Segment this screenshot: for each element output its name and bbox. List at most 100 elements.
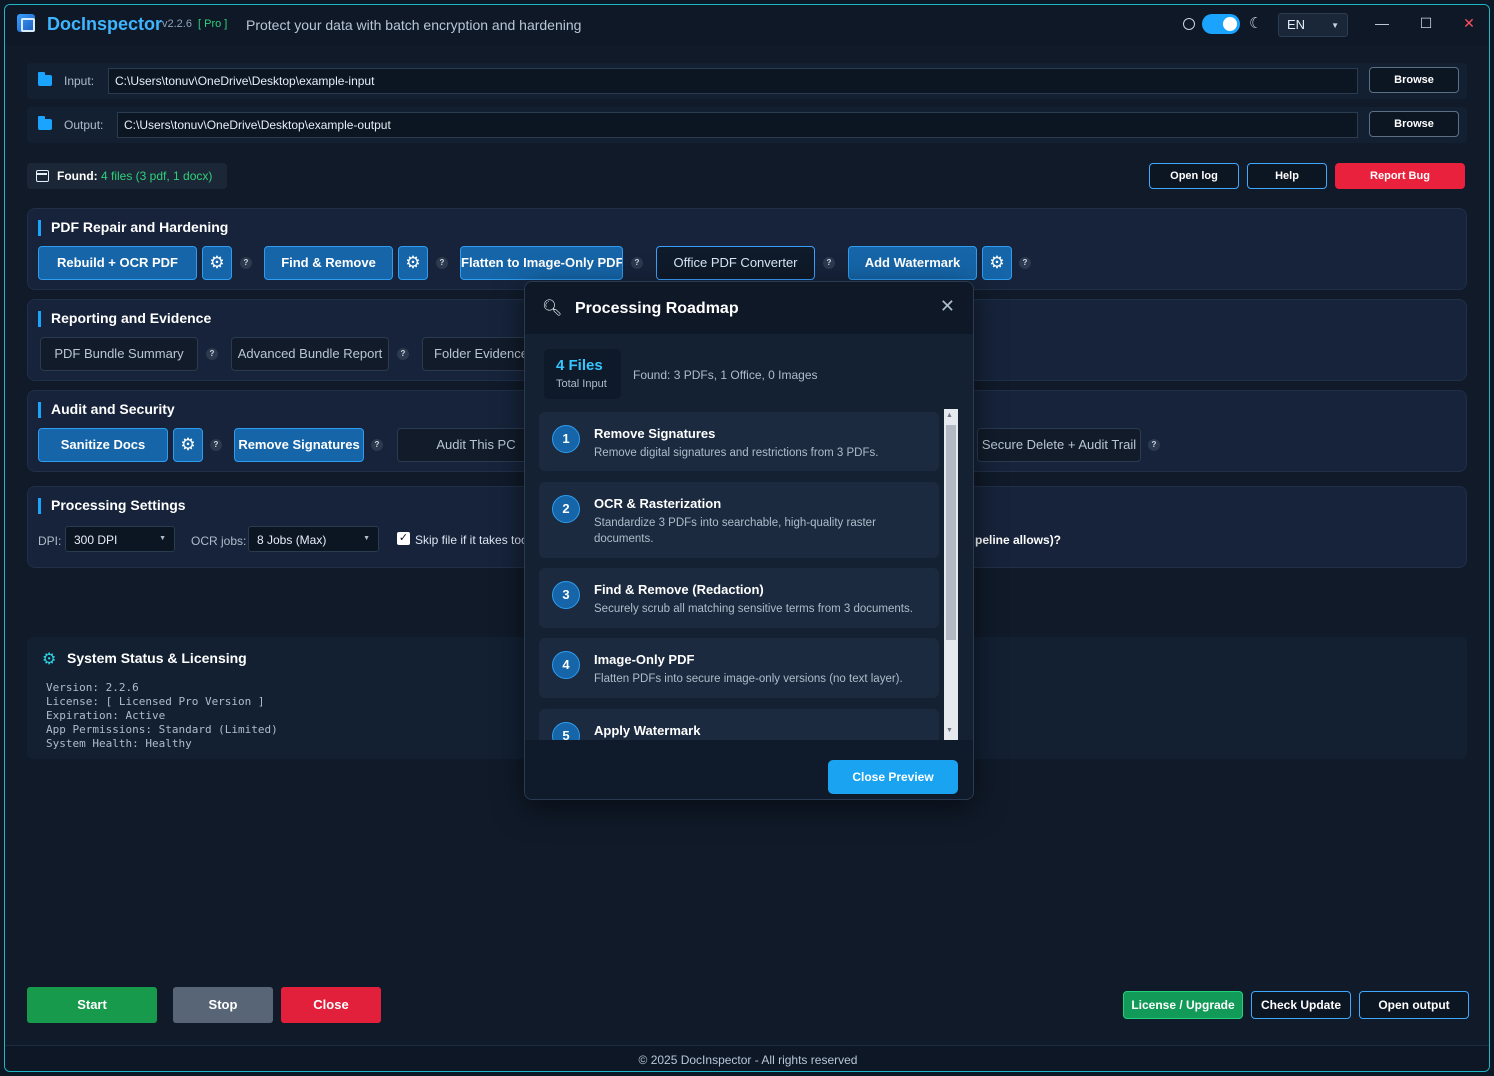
- help-button[interactable]: Help: [1247, 163, 1327, 189]
- status-line: Expiration: Active: [46, 709, 166, 722]
- app-version: v2.2.6: [162, 18, 192, 30]
- scroll-down-icon[interactable]: ▼: [946, 727, 953, 734]
- roadmap-step: 1 Remove Signatures Remove digital signa…: [539, 412, 939, 471]
- help-icon[interactable]: ?: [631, 257, 643, 269]
- rebuild-ocr-button[interactable]: Rebuild + OCR PDF: [38, 246, 197, 280]
- close-button[interactable]: Close: [281, 987, 381, 1023]
- input-label: Input:: [64, 74, 95, 88]
- help-icon[interactable]: ?: [397, 348, 409, 360]
- files-count: 4 Files: [556, 357, 603, 374]
- help-icon[interactable]: ?: [1019, 257, 1031, 269]
- check-update-button[interactable]: Check Update: [1251, 991, 1351, 1019]
- help-icon[interactable]: ?: [210, 439, 222, 451]
- section-title: Audit and Security: [38, 401, 175, 418]
- roadmap-steps-list[interactable]: 1 Remove Signatures Remove digital signa…: [539, 409, 957, 740]
- title-bar: DocInspector v2.2.6 [ Pro ] Protect your…: [5, 5, 1489, 45]
- skip-file-label: Skip file if it takes too: [415, 533, 528, 547]
- secure-delete-audit-button[interactable]: Secure Delete + Audit Trail: [977, 428, 1141, 462]
- help-icon[interactable]: ?: [371, 439, 383, 451]
- pdf-repair-section: PDF Repair and Hardening Rebuild + OCR P…: [27, 208, 1467, 290]
- theme-toggle[interactable]: [1202, 14, 1240, 34]
- calendar-icon: [36, 170, 49, 182]
- step-number: 5: [552, 722, 580, 740]
- language-select[interactable]: EN ▼: [1278, 13, 1348, 37]
- help-icon[interactable]: ?: [206, 348, 218, 360]
- find-remove-button[interactable]: Find & Remove: [264, 246, 393, 280]
- report-bug-button[interactable]: Report Bug: [1335, 163, 1465, 189]
- help-icon[interactable]: ?: [436, 257, 448, 269]
- processing-roadmap-modal: 🔍︎ Processing Roadmap ✕ 4 Files Total In…: [524, 281, 974, 800]
- close-icon[interactable]: ✕: [940, 296, 955, 317]
- app-title: DocInspector: [47, 14, 163, 34]
- section-title: Processing Settings: [38, 497, 186, 514]
- step-title: Remove Signatures: [594, 426, 716, 441]
- sanitize-docs-button[interactable]: Sanitize Docs: [38, 428, 168, 462]
- maximize-button[interactable]: ☐: [1411, 11, 1441, 35]
- advanced-bundle-report-button[interactable]: Advanced Bundle Report: [231, 337, 389, 371]
- chevron-down-icon: ▼: [159, 535, 166, 542]
- help-icon[interactable]: ?: [240, 257, 252, 269]
- gear-icon[interactable]: ⚙: [982, 246, 1012, 280]
- start-button[interactable]: Start: [27, 987, 157, 1023]
- step-title: Image-Only PDF: [594, 652, 695, 667]
- minimize-button[interactable]: —: [1367, 11, 1397, 35]
- moon-icon: ☾: [1249, 15, 1263, 32]
- help-icon[interactable]: ?: [823, 257, 835, 269]
- pipeline-question-label: peline allows)?: [975, 533, 1062, 547]
- pdf-bundle-summary-button[interactable]: PDF Bundle Summary: [40, 337, 198, 371]
- help-icon[interactable]: ?: [1148, 439, 1160, 451]
- step-description: Securely scrub all matching sensitive te…: [594, 603, 913, 615]
- output-browse-button[interactable]: Browse: [1369, 111, 1459, 137]
- add-watermark-button[interactable]: Add Watermark: [848, 246, 977, 280]
- chevron-down-icon: ▼: [363, 535, 370, 542]
- input-path-field[interactable]: C:\Users\tonuv\OneDrive\Desktop\example-…: [108, 68, 1358, 94]
- app-tagline: Protect your data with batch encryption …: [246, 17, 582, 33]
- app-window: DocInspector v2.2.6 [ Pro ] Protect your…: [4, 4, 1490, 1072]
- gear-icon[interactable]: ⚙: [202, 246, 232, 280]
- folder-icon: [38, 116, 52, 130]
- office-pdf-converter-button[interactable]: Office PDF Converter: [656, 246, 815, 280]
- remove-signatures-button[interactable]: Remove Signatures: [234, 428, 364, 462]
- ocr-jobs-label: OCR jobs:: [191, 534, 247, 548]
- section-title: PDF Repair and Hardening: [38, 219, 228, 236]
- dpi-value: 300 DPI: [74, 533, 118, 547]
- step-number: 3: [552, 581, 580, 609]
- chevron-down-icon: ▼: [1331, 21, 1339, 30]
- close-preview-button[interactable]: Close Preview: [828, 760, 958, 794]
- flatten-image-only-button[interactable]: Flatten to Image-Only PDF: [460, 246, 623, 280]
- license-upgrade-button[interactable]: License / Upgrade: [1123, 991, 1243, 1019]
- dpi-label: DPI:: [38, 534, 62, 548]
- step-number: 4: [552, 651, 580, 679]
- light-mode-icon: [1183, 18, 1195, 30]
- gear-icon[interactable]: ⚙: [398, 246, 428, 280]
- found-value: 4 files (3 pdf, 1 docx): [101, 169, 213, 183]
- gear-icon[interactable]: ⚙: [173, 428, 203, 462]
- window-close-button[interactable]: ✕: [1454, 11, 1484, 35]
- roadmap-step: 3 Find & Remove (Redaction) Securely scr…: [539, 568, 939, 628]
- scrollbar-thumb[interactable]: [946, 425, 956, 640]
- step-number: 1: [552, 425, 580, 453]
- modal-footer: Close Preview: [525, 740, 973, 799]
- output-path-field[interactable]: C:\Users\tonuv\OneDrive\Desktop\example-…: [117, 112, 1358, 138]
- open-output-button[interactable]: Open output: [1359, 991, 1469, 1019]
- status-title: System Status & Licensing: [67, 650, 247, 666]
- status-line: System Health: Healthy: [46, 737, 192, 750]
- dpi-select[interactable]: 300 DPI ▼: [65, 526, 175, 552]
- scroll-up-icon[interactable]: ▲: [946, 412, 953, 419]
- stop-button[interactable]: Stop: [173, 987, 273, 1023]
- input-browse-button[interactable]: Browse: [1369, 67, 1459, 93]
- skip-file-checkbox[interactable]: ✓: [397, 532, 410, 545]
- status-line: App Permissions: Standard (Limited): [46, 723, 278, 736]
- status-line: Version: 2.2.6: [46, 681, 139, 694]
- output-label: Output:: [64, 118, 104, 132]
- open-log-button[interactable]: Open log: [1149, 163, 1239, 189]
- step-description: Standardize 3 PDFs into searchable, high…: [594, 517, 876, 545]
- ocr-jobs-value: 8 Jobs (Max): [257, 533, 327, 547]
- steps-scrollbar[interactable]: ▲ ▼: [944, 409, 958, 740]
- step-description: Flatten PDFs into secure image-only vers…: [594, 673, 903, 685]
- search-icon: 🔍︎: [542, 300, 563, 317]
- ocr-jobs-select[interactable]: 8 Jobs (Max) ▼: [248, 526, 379, 552]
- footer-copyright: © 2025 DocInspector - All rights reserve…: [5, 1045, 1489, 1071]
- app-edition-badge: [ Pro ]: [198, 18, 228, 30]
- roadmap-step: 4 Image-Only PDF Flatten PDFs into secur…: [539, 638, 939, 698]
